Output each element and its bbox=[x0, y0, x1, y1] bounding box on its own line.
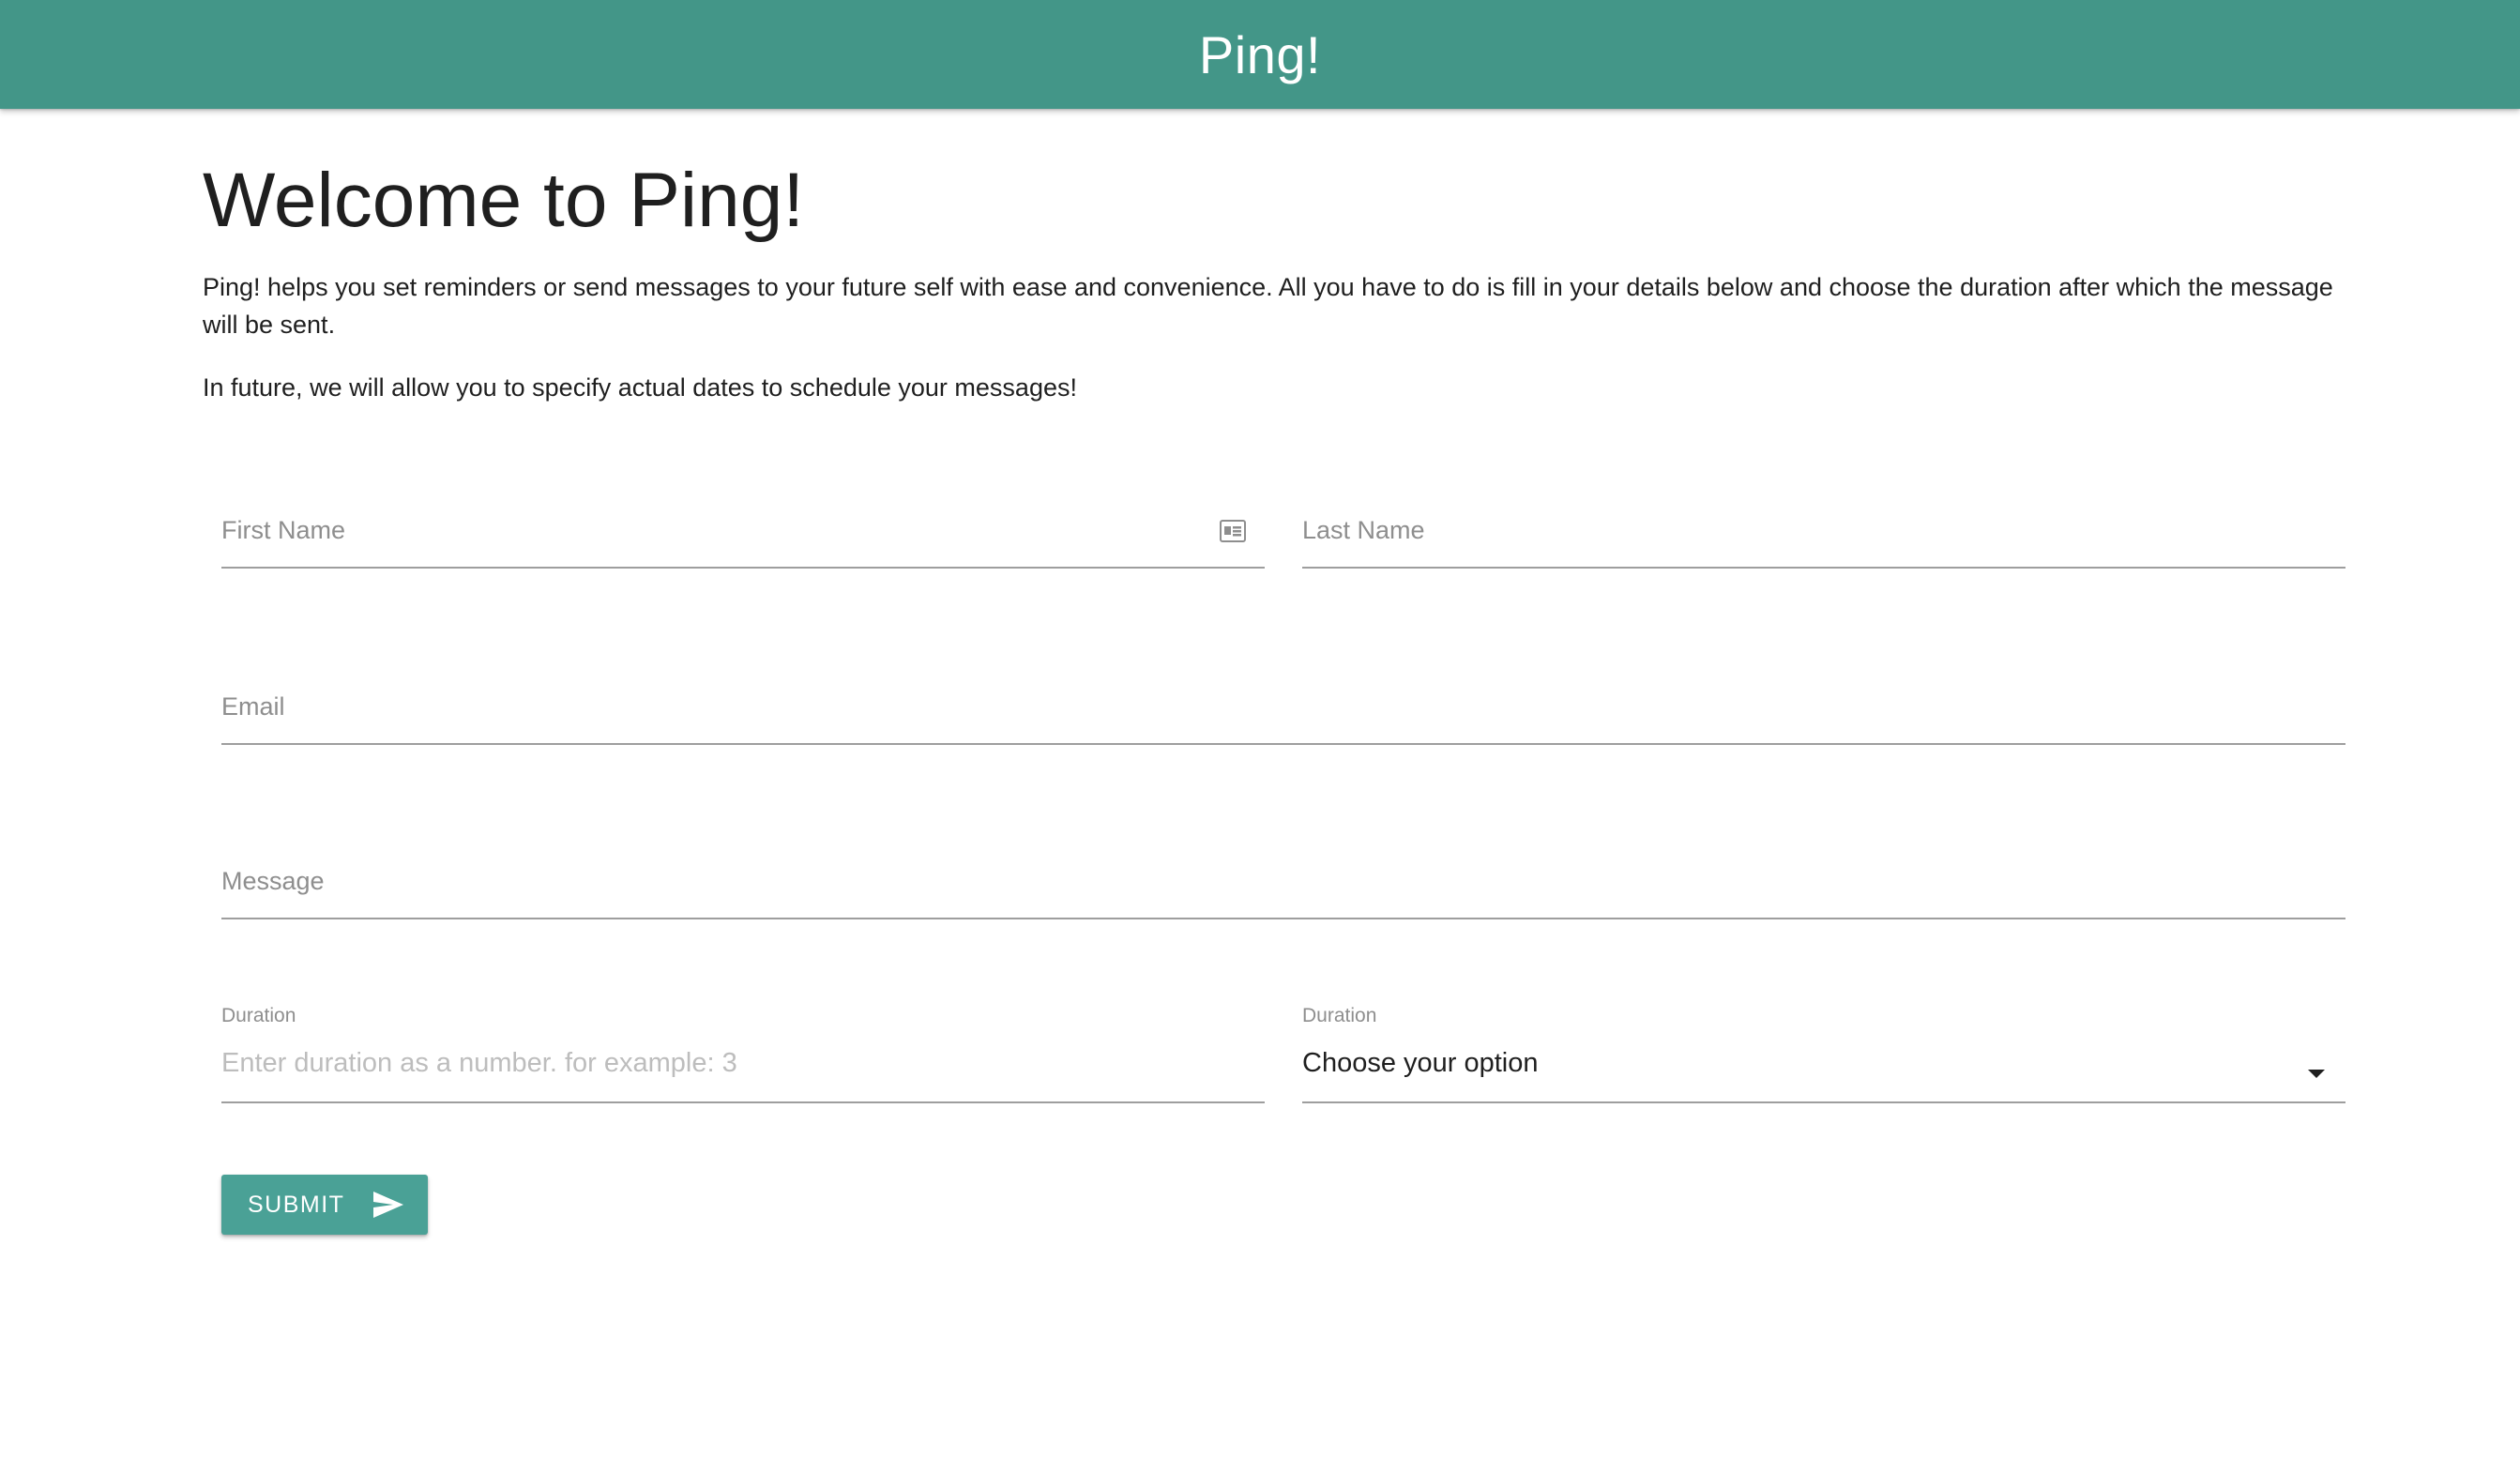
intro-text: Ping! helps you set reminders or send me… bbox=[203, 273, 2333, 339]
last-name-field[interactable]: Last Name bbox=[1302, 488, 2345, 569]
email-field[interactable]: Email bbox=[221, 664, 2345, 745]
message-field[interactable]: Message bbox=[221, 839, 2345, 919]
future-note: In future, we will allow you to specify … bbox=[203, 373, 1077, 402]
email-placeholder: Email bbox=[221, 692, 285, 721]
duration-number-placeholder: Enter duration as a number. for example:… bbox=[221, 1048, 737, 1078]
last-name-placeholder: Last Name bbox=[1302, 516, 1425, 544]
page-title: Welcome to Ping! bbox=[203, 158, 805, 243]
brand-logo[interactable]: Ping! bbox=[1199, 24, 1321, 85]
message-placeholder: Message bbox=[221, 867, 325, 895]
duration-unit-selected: Choose your option bbox=[1302, 1048, 1539, 1078]
caret-down-icon[interactable] bbox=[2308, 1070, 2325, 1078]
contact-card-icon bbox=[1220, 520, 1246, 542]
duration-unit-select[interactable]: Duration Choose your option bbox=[1302, 1002, 2345, 1103]
submit-label: SUBMIT bbox=[248, 1191, 345, 1218]
duration-number-field[interactable]: Duration Enter duration as a number. for… bbox=[221, 1002, 1265, 1103]
first-name-placeholder: First Name bbox=[221, 516, 346, 544]
duration-number-label: Duration bbox=[221, 1005, 296, 1026]
send-icon bbox=[373, 1192, 404, 1218]
submit-button[interactable]: SUBMIT bbox=[221, 1175, 428, 1235]
duration-unit-label: Duration bbox=[1302, 1005, 1377, 1026]
top-navbar: Ping! bbox=[0, 0, 2520, 109]
first-name-field[interactable]: First Name bbox=[221, 488, 1265, 569]
